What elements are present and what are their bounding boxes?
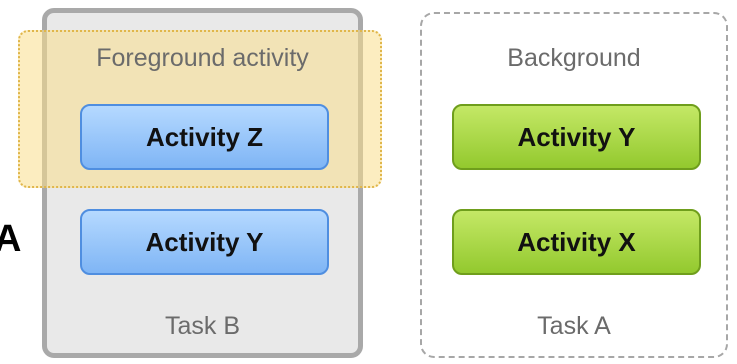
foreground-label: Foreground activity [96,44,309,72]
task-a-activity-x: Activity X [452,209,701,275]
cutoff-letter: A [0,218,22,260]
background-label: Background [507,44,641,72]
task-b-activity-z: Activity Z [80,104,329,170]
task-b-activity-y: Activity Y [80,209,329,275]
task-b-label: Task B [164,312,241,340]
task-a-label: Task A [537,312,611,340]
task-a-activity-y: Activity Y [452,104,701,170]
